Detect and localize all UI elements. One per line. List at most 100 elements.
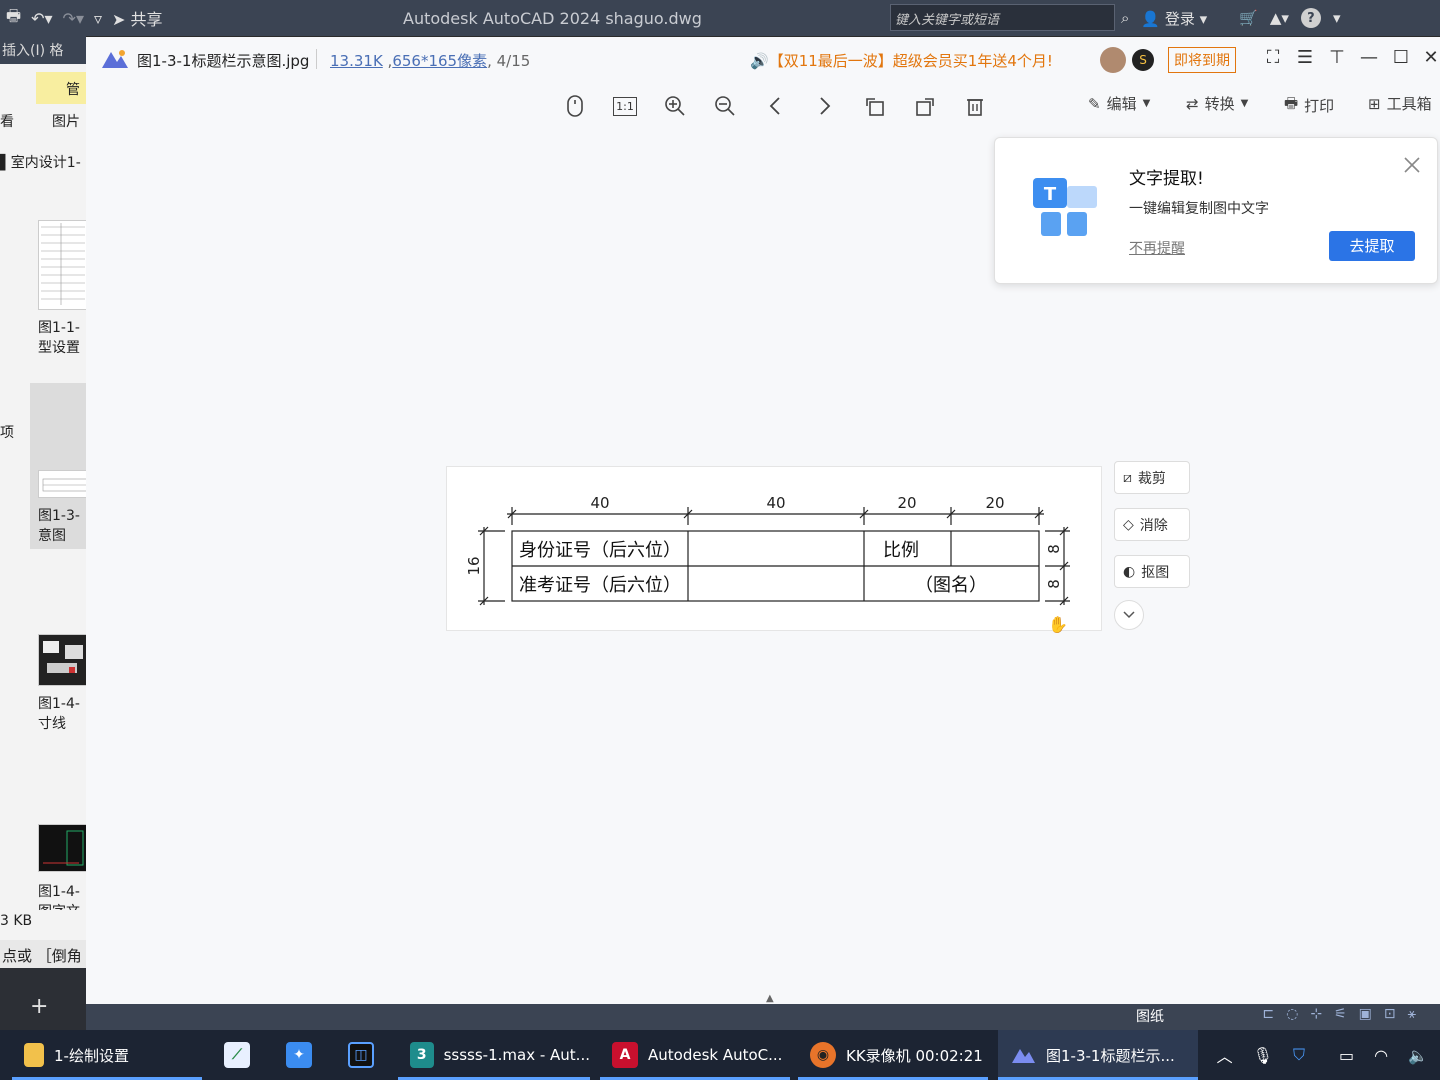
crop-button[interactable]: ⧄ 裁剪	[1114, 461, 1190, 494]
erase-button[interactable]: ◇ 消除	[1114, 508, 1190, 541]
menu-icon[interactable]: ☰	[1292, 47, 1318, 68]
battery-icon[interactable]: ▭	[1339, 1046, 1354, 1065]
tray-expand-icon[interactable]: ︿	[1217, 1043, 1233, 1067]
customize-icon[interactable]: ▿	[94, 9, 102, 28]
displayed-image[interactable]: 40 40 20 20 16 8 8 身份证号（后六位） 准考证号（后六位） 比…	[446, 466, 1102, 631]
autocad-left-panel: 插入(I) 格 管 看 图片 ▌室内设计1- 图1-1- 型设置 图1-3- 意…	[0, 36, 86, 1030]
taskbar-item-app3[interactable]: ◫	[336, 1030, 386, 1080]
share-button[interactable]: ➤ 共享	[112, 6, 163, 30]
convert-menu[interactable]: ⇄ 转换 ▼	[1186, 93, 1248, 114]
popup-description: 一键编辑复制图中文字	[1129, 201, 1269, 217]
autocad-title-bar: 🖶 ↶▾ ↷▾ ▿ ➤ 共享 Autodesk AutoCAD 2024 sha…	[0, 0, 1440, 36]
thumbnail-4[interactable]	[38, 824, 86, 872]
app-feather-icon: ⟋	[224, 1042, 250, 1068]
image-viewer-icon	[1010, 1042, 1036, 1068]
thumbnail-4-label: 图1-4- 图字文	[38, 884, 80, 910]
taskbar-item-app1[interactable]: ⟋	[212, 1030, 262, 1080]
file-meta: 13.31K ,656*165像素, 4/15	[330, 52, 531, 70]
cell-drawing-name: （图名）	[915, 575, 987, 596]
taskbar-item-folder[interactable]: 1-绘制设置	[12, 1030, 202, 1080]
status-paper-label[interactable]: 图纸	[1136, 1006, 1164, 1026]
thumbnail-1[interactable]	[38, 220, 86, 310]
print-menu[interactable]: 🖶 打印	[1284, 93, 1334, 118]
taskbar-item-3dsmax[interactable]: 3 sssss-1.max - Aut...	[398, 1030, 590, 1080]
tab-picture[interactable]: 图片	[52, 111, 80, 131]
vip-icon[interactable]: S	[1132, 49, 1154, 71]
pin-icon[interactable]: ⊤	[1324, 47, 1350, 68]
taskbar-item-image-viewer[interactable]: 图1-3-1标题栏示...	[998, 1030, 1198, 1080]
3dsmax-icon: 3	[410, 1042, 434, 1068]
folder-row[interactable]: ▌室内设计1-	[0, 152, 81, 172]
svg-text:T: T	[1044, 184, 1057, 205]
file-size-status: 3 KB	[0, 913, 33, 929]
search-icon[interactable]: ⌕	[1121, 9, 1129, 27]
title-right-group: ⌕ 👤 登录 ▾ 🛒 ▲▾ ? ▾	[1115, 0, 1340, 36]
add-layout-icon[interactable]: +	[30, 994, 48, 1019]
volume-icon[interactable]: 🔈	[1408, 1046, 1428, 1065]
tab-manage[interactable]: 管	[36, 72, 86, 104]
thumbnail-2[interactable]	[38, 470, 86, 498]
cart-icon[interactable]: 🛒	[1239, 9, 1258, 27]
print-icon[interactable]: 🖶	[6, 5, 21, 32]
user-avatar[interactable]	[1100, 47, 1126, 73]
dim-right-2: 8	[1045, 579, 1063, 589]
next-icon[interactable]	[810, 91, 840, 121]
side-char: 项	[0, 425, 14, 441]
zoom-out-icon[interactable]	[710, 91, 740, 121]
shield-icon[interactable]: ⛉	[1293, 1045, 1305, 1065]
more-tools-chevron-icon[interactable]	[1114, 600, 1144, 630]
command-text[interactable]: 点或 ［倒角	[0, 940, 86, 968]
promo-banner[interactable]: 🔊【双11最后一波】超级会员买1年送4个月!	[750, 50, 1053, 71]
toolbox-menu[interactable]: ⊞ 工具箱	[1368, 93, 1432, 114]
actual-size-icon[interactable]: 1:1	[610, 91, 640, 121]
search-input[interactable]: 键入关键字或短语	[890, 4, 1115, 31]
popup-close-icon[interactable]	[1401, 154, 1423, 176]
tab-view[interactable]: 看	[0, 111, 14, 131]
delete-icon[interactable]	[960, 91, 990, 121]
dim-top-2: 40	[766, 494, 785, 512]
collapse-up-icon[interactable]: ▲	[766, 993, 774, 1004]
dont-remind-link[interactable]: 不再提醒	[1129, 238, 1185, 258]
rotate-right-icon[interactable]	[910, 91, 940, 121]
viewer-toolbar: 1:1 ✎ 编辑 ▼ ⇄ 转换 ▼ 🖶 打印 ⊞ 工具箱	[86, 87, 1440, 125]
edit-menu[interactable]: ✎ 编辑 ▼	[1088, 93, 1150, 114]
zoom-in-icon[interactable]	[660, 91, 690, 121]
help-dropdown-icon[interactable]: ▾	[1333, 9, 1341, 27]
thumbnail-3[interactable]	[38, 634, 86, 686]
windows-taskbar: 1-绘制设置 ⟋ ✦ ◫ 3 sssss-1.max - Aut... A Au…	[0, 1030, 1440, 1080]
undo-icon[interactable]: ↶▾	[31, 9, 52, 28]
cutout-button[interactable]: ◐ 抠图	[1114, 555, 1190, 588]
rotate-left-icon[interactable]	[860, 91, 890, 121]
printer-icon: 🖶	[1284, 94, 1299, 112]
convert-icon: ⇄	[1186, 94, 1199, 113]
crop-icon: ⧄	[1123, 469, 1132, 486]
app-bird-icon: ✦	[286, 1042, 312, 1068]
autocad-status-bar: 图纸 ⊏◌⊹⚟▣⊡⚹	[86, 1004, 1440, 1030]
command-line-area: 点或 ［倒角 +	[0, 940, 86, 1030]
fullscreen-icon[interactable]: ⛶	[1260, 47, 1286, 68]
autodesk-app-icon[interactable]: ▲▾	[1270, 9, 1289, 27]
redo-icon[interactable]: ↷▾	[63, 9, 84, 28]
file-size[interactable]: 13.31K	[330, 52, 383, 70]
minimize-icon[interactable]: —	[1356, 47, 1382, 68]
close-icon[interactable]: ✕	[1418, 47, 1440, 68]
ribbon-tabs[interactable]: 插入(I) 格	[0, 36, 86, 64]
taskbar-item-app2[interactable]: ✦	[274, 1030, 324, 1080]
expire-badge[interactable]: 即将到期	[1168, 47, 1236, 73]
microphone-icon[interactable]: 🎙	[1253, 1046, 1273, 1065]
status-icons[interactable]: ⊏◌⊹⚟▣⊡⚹	[1262, 1006, 1428, 1022]
taskbar-item-autocad[interactable]: A Autodesk AutoC...	[600, 1030, 790, 1080]
wifi-icon[interactable]: ◠	[1374, 1046, 1388, 1065]
mouse-mode-icon[interactable]	[560, 91, 590, 121]
maximize-icon[interactable]: ☐	[1388, 47, 1414, 68]
previous-icon[interactable]	[760, 91, 790, 121]
login-button[interactable]: 👤 登录 ▾	[1141, 8, 1207, 29]
file-name: 图1-3-1标题栏示意图.jpg	[137, 52, 310, 70]
speaker-icon: 🔊	[750, 52, 769, 70]
hand-cursor-icon: ✋	[1048, 615, 1068, 634]
autocad-icon: A	[612, 1042, 638, 1068]
taskbar-item-kk-recorder[interactable]: ◉ KK录像机 00:02:21	[798, 1030, 988, 1080]
help-icon[interactable]: ?	[1300, 8, 1321, 28]
image-dimensions[interactable]: 656*165像素	[392, 52, 487, 70]
extract-button[interactable]: 去提取	[1329, 231, 1415, 261]
